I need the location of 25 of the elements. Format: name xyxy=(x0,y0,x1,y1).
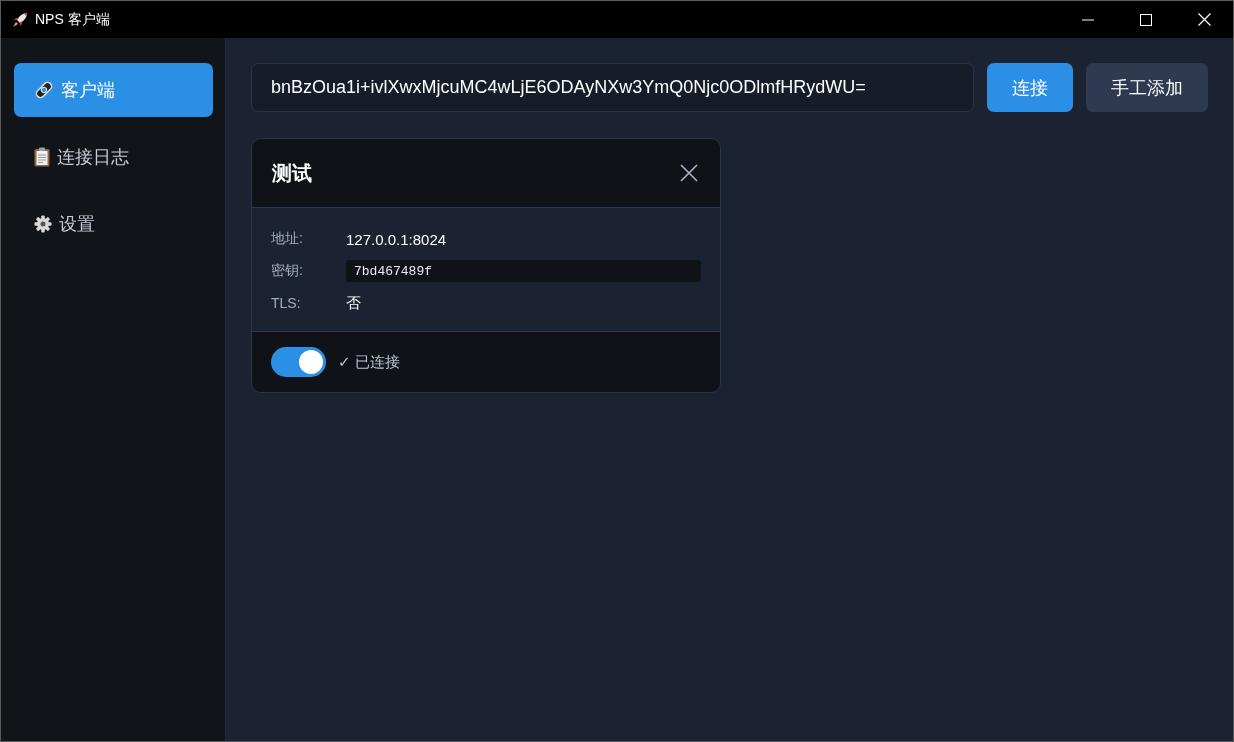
window-title: NPS 客户端 xyxy=(35,10,110,29)
card-title: 测试 xyxy=(272,160,312,186)
field-label: 地址: xyxy=(271,230,304,248)
field-value: 127.0.0.1:8024 xyxy=(346,230,447,248)
sidebar-item-label: 客户端 xyxy=(61,79,115,102)
minimize-icon xyxy=(1082,18,1094,21)
status-text: ✓ 已连接 xyxy=(338,352,400,372)
input-field[interactable]: bnBzOua1i+ivlXwxMjcuMC4wLjE6ODAyNXw3YmQ0Njc0ODlmfHRydWU= xyxy=(251,63,974,112)
close-icon xyxy=(680,164,698,182)
sidebar-item[interactable]: 连接日志 xyxy=(14,130,213,184)
sidebar-item-label: 连接日志 xyxy=(57,146,129,169)
sidebar-item-label: 设置 xyxy=(59,213,95,236)
field-value: 否 xyxy=(346,293,361,313)
toggle-switch[interactable] xyxy=(271,347,326,377)
field-label: TLS: xyxy=(271,295,302,311)
gear-icon xyxy=(34,215,52,233)
field-label: 密钥: xyxy=(271,262,304,280)
rocket-icon xyxy=(11,10,29,29)
clipboard-icon xyxy=(34,147,50,167)
add-button[interactable]: 手工添加 xyxy=(1086,63,1208,112)
maximize-icon xyxy=(1140,13,1152,26)
close-icon xyxy=(1197,13,1211,26)
key-value: 7bd467489f xyxy=(346,260,701,282)
sidebar-item[interactable]: 设置 xyxy=(14,197,213,251)
close-button[interactable] xyxy=(678,162,700,184)
